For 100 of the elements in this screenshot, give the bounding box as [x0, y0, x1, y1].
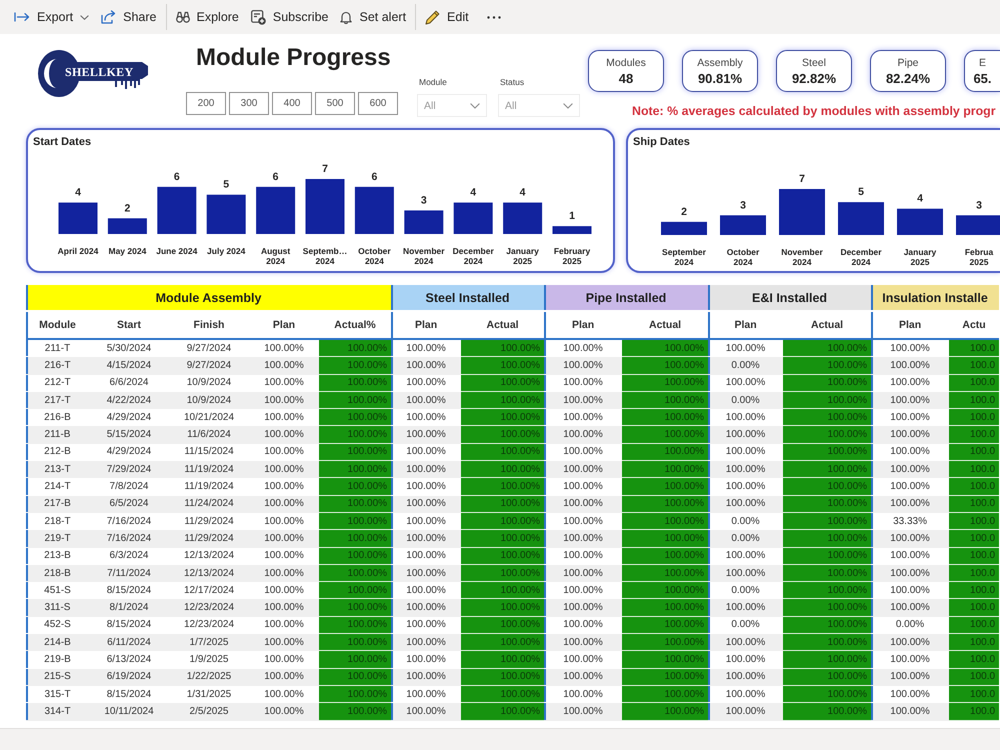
table-cell-text: 100.00%: [263, 342, 305, 356]
kpi-value: 90.81%: [698, 70, 742, 86]
table-cell: 100.00%: [544, 599, 622, 617]
table-cell: 100.00%: [708, 444, 784, 462]
table-cell-text: 8/15/2024: [106, 584, 152, 598]
table-cell: 214-T: [26, 478, 89, 496]
value-label: 2: [124, 202, 130, 214]
value-label: 4: [917, 192, 923, 205]
table-cell: 100.00%: [871, 409, 950, 426]
table-cell: 100.00%: [544, 392, 622, 410]
table-cell: 33.33%: [871, 512, 950, 530]
table-cell: 100.00%: [319, 616, 392, 634]
table-cell: 100.00%: [783, 444, 872, 462]
table-cell: 100.00%: [544, 340, 622, 358]
axis-label: November 2024: [403, 246, 445, 266]
bar: [108, 218, 147, 234]
table-cell: 100.00%: [249, 668, 319, 686]
table-cell: 212-B: [26, 444, 89, 462]
table-cell-text: 4/29/2024: [106, 410, 152, 425]
toolbar-button[interactable]: Explore: [170, 3, 245, 31]
table-cell: 0.00%: [708, 357, 784, 375]
table-cell: 0.00%: [708, 582, 784, 600]
axis-label: February 2025: [554, 246, 590, 266]
table-cell: 100.00%: [319, 496, 392, 513]
table-cell: 213-T: [26, 461, 89, 478]
table-cell: 100.00%: [871, 478, 950, 496]
value-label: 2: [681, 206, 687, 218]
table-cell: 0.00%: [708, 530, 784, 548]
table-cell: 100.00%: [319, 599, 392, 617]
axis-label: December 2024: [840, 247, 882, 267]
value-label: 6: [272, 170, 279, 183]
filter-button[interactable]: 500: [315, 92, 355, 115]
table-cell: 100.00%: [461, 668, 544, 686]
table-cell: 6/11/2024: [89, 634, 169, 652]
filter-button[interactable]: 600: [358, 92, 398, 115]
table-cell: 100.00%: [622, 461, 708, 478]
logo-text: SHELLKEY: [65, 65, 134, 79]
table-cell: 100.00%: [622, 564, 708, 582]
table-cell: 215-S: [26, 668, 89, 686]
table-cell: 1/7/2025: [169, 634, 249, 652]
table-cell: 100.00%: [708, 340, 784, 358]
table-cell: 1/22/2025: [169, 668, 249, 686]
table-cell: 218-T: [26, 512, 89, 530]
table-cell: 0.00%: [871, 616, 950, 634]
table-cell: 100.00%: [783, 599, 872, 617]
table-cell: 100.0: [949, 357, 1000, 375]
table-cell: 100.00%: [871, 530, 950, 548]
table-cell-text: 100.00%: [263, 480, 305, 494]
table-cell: 100.00%: [622, 512, 708, 530]
table-cell: 100.00%: [391, 703, 462, 721]
table-cell: 100.0: [949, 340, 1000, 358]
table-cell: 100.00%: [319, 686, 392, 704]
table-cell: 100.00%: [783, 496, 872, 513]
table-cell: 100.0: [949, 616, 1000, 634]
kpi-label: E: [978, 56, 986, 70]
table-cell-text: 12/23/2024: [182, 618, 236, 632]
table-cell: 100.00%: [461, 374, 544, 392]
toolbar-button[interactable]: Set alert: [334, 3, 412, 31]
table-cell: 100.00%: [391, 496, 462, 513]
chart-title: Ship Dates: [633, 135, 690, 149]
value-label: 3: [420, 194, 427, 206]
table-cell: 6/5/2024: [89, 496, 169, 513]
table-cell: 100.00%: [544, 634, 622, 652]
kpi-value: 48: [618, 70, 634, 86]
table-cell: 100.00%: [783, 582, 872, 600]
table-cell: 100.00%: [783, 392, 872, 410]
filter-button[interactable]: 300: [229, 92, 269, 115]
toolbar-button[interactable]: Edit: [419, 3, 475, 31]
table-cell: 100.00%: [622, 686, 708, 704]
filter-label: Status: [500, 76, 526, 88]
table-cell: 100.00%: [622, 374, 708, 392]
table-cell: 100.00%: [461, 340, 544, 358]
table-cell: 100.00%: [544, 548, 622, 565]
table-cell: 100.00%: [391, 634, 462, 652]
share-icon: [101, 10, 116, 24]
pencil-icon: [425, 10, 440, 24]
table-cell: 8/1/2024: [89, 599, 169, 617]
toolbar-button[interactable]: Share: [95, 3, 162, 31]
table-cell: 100.00%: [871, 444, 950, 462]
table-cell: 100.00%: [461, 512, 544, 530]
table-cell: 100.00%: [708, 496, 784, 513]
table-cell: 100.00%: [708, 409, 784, 426]
value-label: 6: [371, 170, 378, 183]
toolbar-button[interactable]: Subscribe: [244, 3, 334, 31]
value-label: 4: [470, 186, 476, 199]
note-text: Note: % averages calculated by modules with assembly progr: [631, 104, 997, 118]
filter-button[interactable]: 400: [272, 92, 312, 115]
toolbar-button[interactable]: Export: [8, 3, 96, 31]
table-cell-text: 12/17/2024: [182, 584, 236, 598]
table-cell: 100.00%: [871, 392, 950, 410]
binoculars-icon: [176, 11, 190, 23]
table-cell: 100.00%: [461, 461, 544, 478]
table-cell: 100.00%: [391, 599, 462, 617]
table-cell-text: 10/21/2024: [182, 410, 236, 425]
filter-button[interactable]: 200: [186, 92, 226, 115]
chart-title: Start Dates: [33, 135, 92, 149]
table-cell: 100.00%: [249, 530, 319, 548]
kpi-label: Assembly: [697, 56, 743, 70]
bar: [404, 210, 444, 234]
table-cell: 100.00%: [461, 426, 544, 444]
